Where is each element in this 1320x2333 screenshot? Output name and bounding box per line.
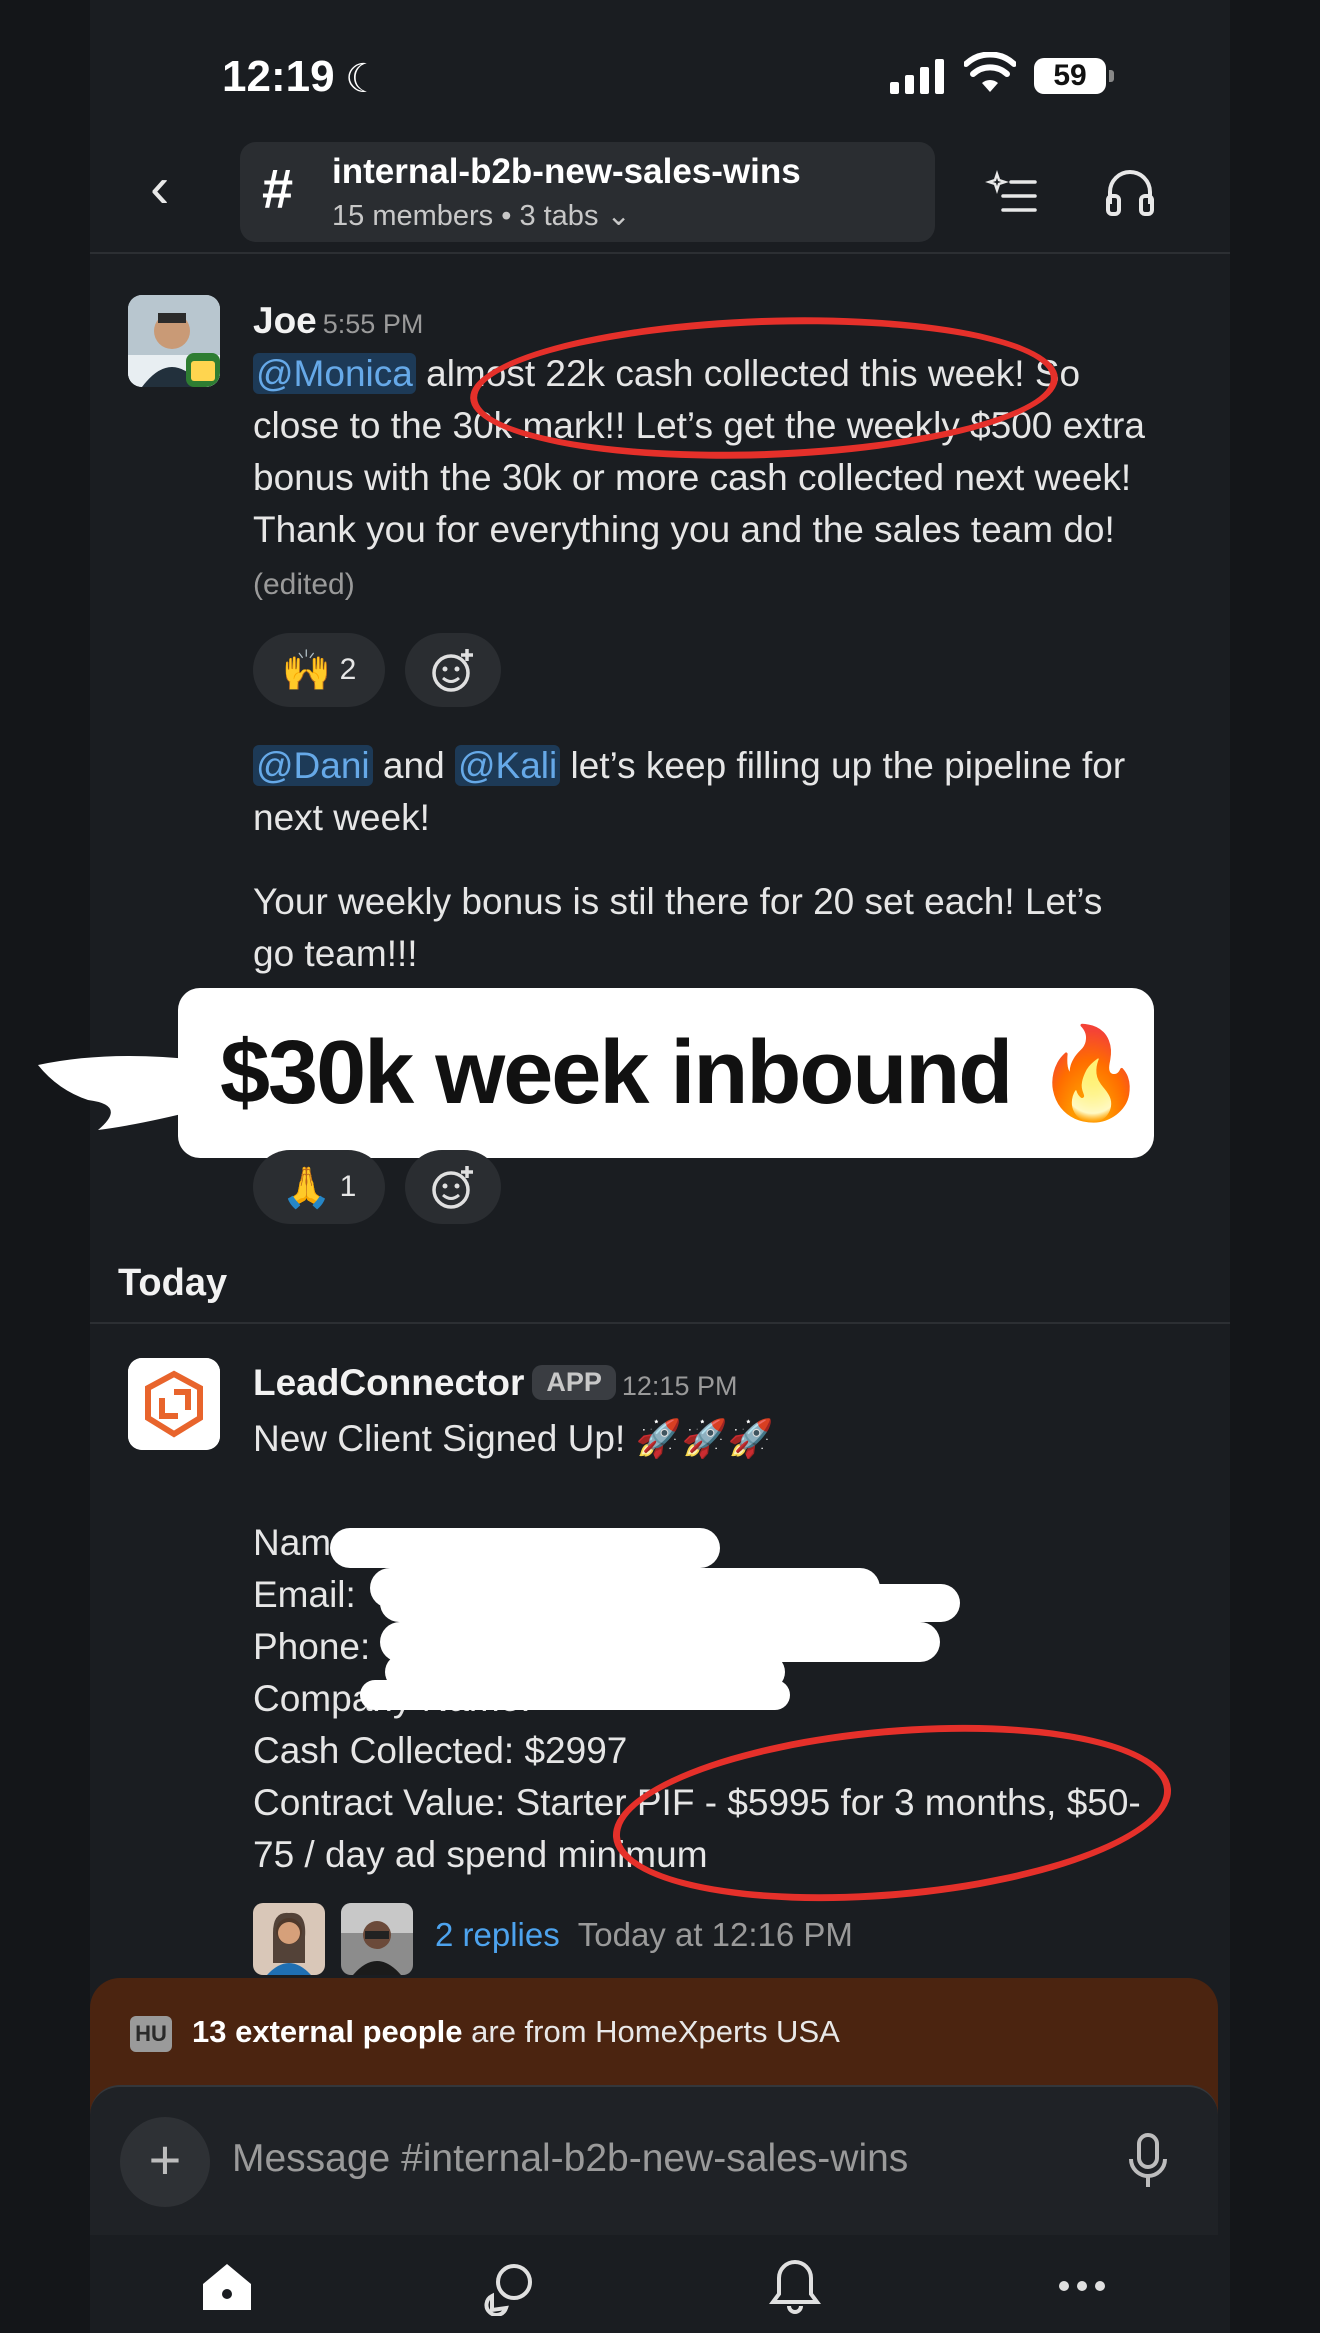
more-icon[interactable]	[1052, 2256, 1112, 2316]
moon-icon: ☾	[345, 57, 381, 101]
microphone-icon[interactable]	[1126, 2131, 1170, 2191]
folded-hands-emoji: 🙏	[281, 1165, 332, 1210]
header-divider	[90, 252, 1230, 254]
add-emoji-icon	[432, 1166, 473, 1209]
message-author[interactable]: LeadConnector APP 12:15 PM	[253, 1362, 737, 1404]
message-input[interactable]: Message #internal-b2b-new-sales-wins	[232, 2137, 908, 2181]
external-org: are from HomeXperts USA	[462, 2014, 840, 2049]
mention-link[interactable]: @Monica	[253, 353, 416, 394]
edited-label: (edited)	[253, 568, 355, 601]
status-time: 12:19	[222, 52, 335, 101]
home-icon[interactable]	[197, 2256, 257, 2316]
hash-icon: #	[262, 157, 294, 220]
notifications-bell-icon[interactable]	[765, 2256, 825, 2316]
channel-header: ‹ # internal-b2b-new-sales-wins 15 membe…	[0, 138, 1320, 253]
channel-name: internal-b2b-new-sales-wins	[332, 152, 801, 191]
message-text: @Dani and @Kali let’s keep filling up th…	[253, 740, 1153, 844]
redaction-mark	[360, 1680, 790, 1710]
battery-indicator: 59	[1034, 58, 1114, 94]
day-divider: Today	[118, 1262, 228, 1304]
dms-icon[interactable]	[482, 2256, 542, 2316]
back-chevron-icon[interactable]: ‹	[150, 158, 200, 218]
signal-icon	[890, 58, 944, 94]
leadconnector-logo-icon	[128, 1358, 220, 1450]
fire-emoji: 🔥	[1035, 1023, 1147, 1124]
reaction-pill[interactable]: 🙌 2	[253, 633, 385, 707]
avatar[interactable]	[128, 295, 220, 387]
add-attachment-button[interactable]: +	[120, 2117, 210, 2207]
message-author[interactable]: Joe 5:55 PM	[253, 300, 423, 342]
mention-link[interactable]: @Kali	[454, 745, 561, 786]
channel-title-button[interactable]: # internal-b2b-new-sales-wins 15 members…	[240, 142, 935, 242]
day-divider-line	[90, 1322, 1230, 1324]
reply-avatar[interactable]	[341, 1903, 413, 1975]
bottom-tab-bar	[90, 2236, 1230, 2333]
app-badge: APP	[532, 1365, 616, 1400]
reply-avatar[interactable]	[253, 1903, 325, 1975]
reply-timestamp: Today at 12:16 PM	[577, 1916, 853, 1953]
thread-replies-link[interactable]: 2 replies Today at 12:16 PM	[435, 1916, 853, 1954]
replies-count: 2 replies	[435, 1916, 560, 1953]
external-banner-text: 13 external people are from HomeXperts U…	[192, 2014, 840, 2050]
add-reaction-button[interactable]	[405, 1150, 501, 1224]
message-composer: + Message #internal-b2b-new-sales-wins	[90, 2085, 1218, 2235]
reaction-count: 2	[339, 653, 357, 686]
reaction-pill[interactable]: 🙏 1	[253, 1150, 385, 1224]
external-count: 13 external people	[192, 2014, 463, 2049]
redaction-mark	[380, 1584, 960, 1622]
story-text-sticker: $30k week inbound 🔥	[178, 988, 1154, 1158]
wifi-icon	[964, 52, 1016, 92]
ai-summary-icon[interactable]	[985, 164, 1041, 220]
message-line-blank	[253, 1465, 1153, 1517]
redaction-mark	[330, 1528, 720, 1568]
app-avatar[interactable]	[128, 1358, 220, 1450]
sticker-text: $30k week inbound	[220, 1022, 1013, 1123]
reaction-count: 1	[339, 1170, 357, 1203]
mention-link[interactable]: @Dani	[253, 745, 373, 786]
raised-hands-emoji: 🙌	[281, 648, 332, 693]
org-tag-icon: HU	[130, 2016, 172, 2052]
message-text: Your weekly bonus is stil there for 20 s…	[253, 881, 1103, 974]
add-emoji-icon	[432, 649, 473, 692]
message-body: and	[372, 745, 455, 786]
add-reaction-button[interactable]	[405, 633, 501, 707]
author-name: LeadConnector	[253, 1362, 525, 1403]
status-bar: 12:19 ☾ 59	[0, 0, 1320, 150]
message-timestamp: 5:55 PM	[322, 309, 424, 339]
headphones-icon[interactable]	[1102, 164, 1158, 220]
channel-meta: 15 members • 3 tabs ⌄	[332, 200, 631, 232]
message-timestamp: 12:15 PM	[621, 1371, 738, 1401]
author-name: Joe	[253, 300, 317, 341]
message-line: New Client Signed Up! 🚀🚀🚀	[253, 1418, 774, 1459]
